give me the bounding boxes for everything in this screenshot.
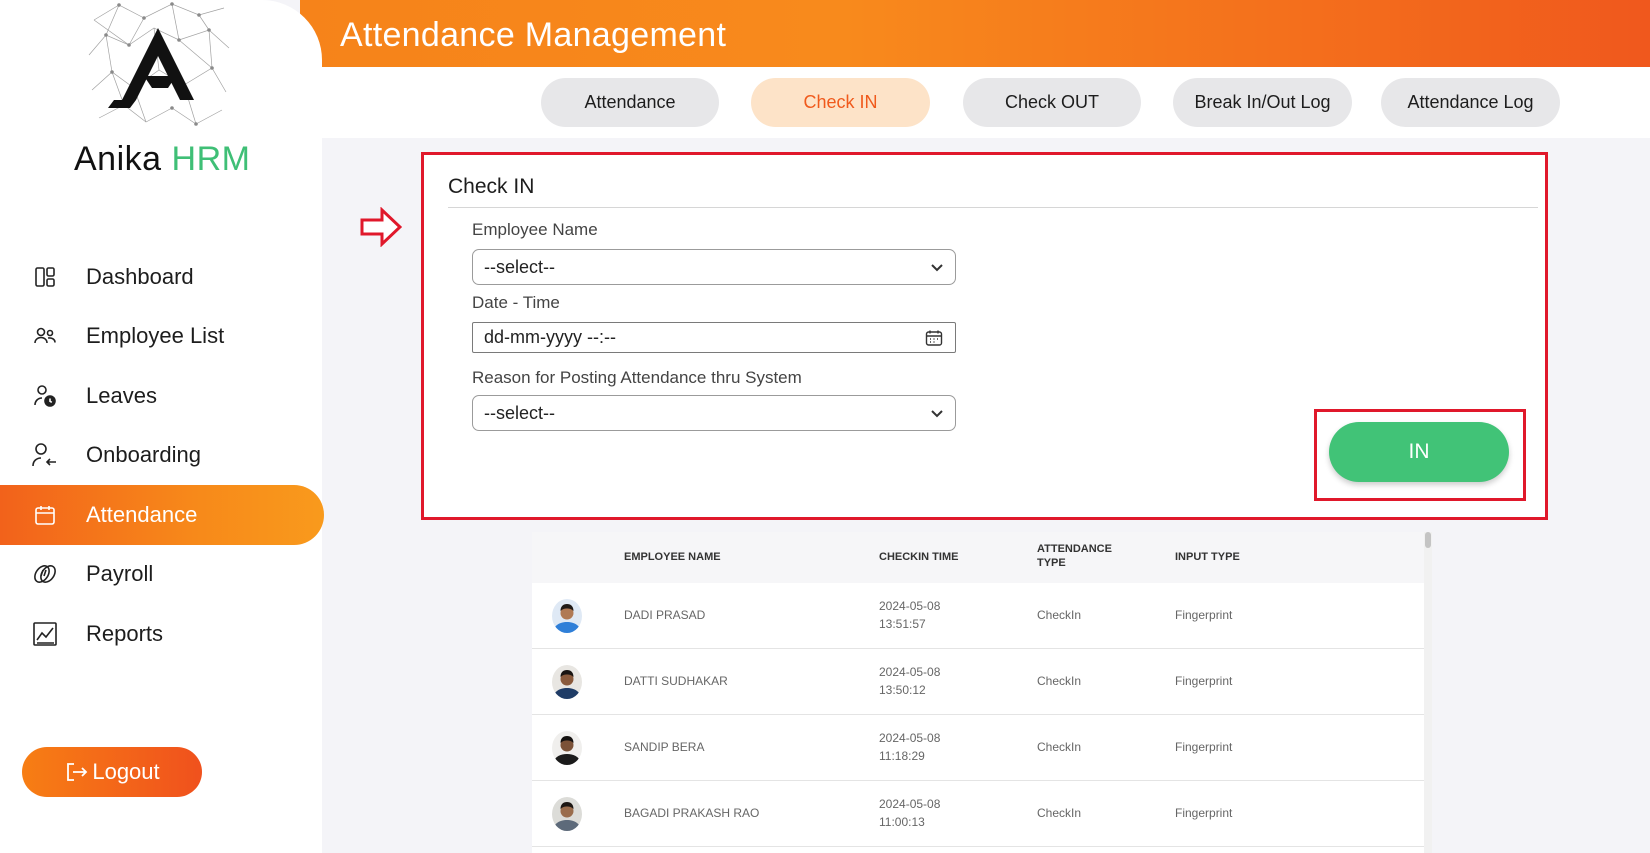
tab-bar: Attendance Check IN Check OUT Break In/O…: [300, 67, 1650, 138]
tab-attendance[interactable]: Attendance: [541, 78, 719, 127]
checkin-clock: 13:51:57: [879, 617, 926, 631]
avatar: [552, 797, 582, 831]
attendance-table: EMPLOYEE NAME CHECKIN TIME ATTENDANCE TY…: [532, 532, 1426, 853]
logout-button[interactable]: Logout: [22, 747, 202, 797]
avatar: [552, 599, 582, 633]
employee-name: DADI PRASAD: [624, 608, 706, 622]
input-type: Fingerprint: [1175, 674, 1233, 688]
chevron-down-icon: [929, 260, 945, 281]
sidebar-item-reports[interactable]: Reports: [0, 604, 324, 664]
sidebar-item-label: Onboarding: [86, 442, 201, 468]
col-attendance-type[interactable]: ATTENDANCE TYPE: [1037, 542, 1112, 570]
sidebar-item-label: Reports: [86, 620, 164, 646]
checkin-clock: 13:50:12: [879, 683, 926, 697]
checkin-time: 2024-05-08 13:51:57: [879, 597, 940, 633]
page-title: Attendance Management: [340, 16, 727, 54]
table-row[interactable]: DATTI SUDHAKAR 2024-05-08 13:50:12 Check…: [532, 649, 1426, 715]
table-row[interactable]: DADI PRASAD 2024-05-08 13:51:57 CheckIn …: [532, 583, 1426, 649]
employee-name-value: --select--: [484, 256, 555, 277]
table-row[interactable]: SANDIP BERA 2024-05-08 11:18:29 CheckIn …: [532, 715, 1426, 781]
brand-name-part2: HRM: [171, 140, 251, 178]
tab-break-log[interactable]: Break In/Out Log: [1173, 78, 1352, 127]
sidebar-item-label: Attendance: [86, 501, 198, 527]
attendance-type: CheckIn: [1037, 740, 1082, 754]
checkin-clock: 11:18:29: [879, 749, 925, 763]
brand-name: Anika HRM: [74, 140, 250, 179]
sidebar-item-dashboard[interactable]: Dashboard: [0, 247, 324, 307]
logout-label: Logout: [92, 759, 160, 784]
chart-icon: [32, 621, 58, 647]
checkin-clock: 11:00:13: [879, 815, 925, 829]
brand-name-part1: Anika: [74, 140, 162, 178]
checkin-time: 2024-05-08 11:00:13: [879, 795, 940, 831]
employee-name-select[interactable]: --select--: [472, 249, 956, 285]
checkin-date: 2024-05-08: [879, 665, 941, 679]
checkin-time: 2024-05-08 11:18:29: [879, 729, 940, 765]
date-time-label: Date - Time: [472, 293, 560, 312]
coins-icon: [32, 561, 58, 587]
col-input-type[interactable]: INPUT TYPE: [1175, 550, 1240, 564]
employee-name: SANDIP BERA: [624, 740, 705, 754]
col-attendance-type-line1: ATTENDANCE: [1037, 543, 1112, 555]
scrollbar-thumb[interactable]: [1425, 532, 1431, 548]
users-icon: [32, 323, 58, 349]
pointer-arrow-icon: [360, 206, 403, 252]
sidebar: Anika HRM Dashboard Employee List Leaves: [0, 0, 324, 853]
reason-select[interactable]: --select--: [472, 395, 956, 431]
attendance-type: CheckIn: [1037, 806, 1082, 820]
dashboard-icon: [32, 264, 58, 290]
sidebar-item-label: Dashboard: [86, 263, 194, 289]
col-employee-name[interactable]: EMPLOYEE NAME: [624, 550, 721, 564]
col-attendance-type-line2: TYPE: [1037, 557, 1066, 569]
logout-icon: [64, 760, 88, 784]
table-header: EMPLOYEE NAME CHECKIN TIME ATTENDANCE TY…: [532, 532, 1426, 583]
tab-check-in[interactable]: Check IN: [751, 78, 930, 127]
user-clock-icon: [32, 383, 58, 409]
avatar: [552, 665, 582, 699]
sidebar-item-attendance[interactable]: Attendance: [0, 485, 324, 545]
page-header: Attendance Management: [300, 0, 1650, 67]
sidebar-item-label: Payroll: [86, 561, 154, 587]
divider: [448, 207, 1538, 208]
table-row[interactable]: BAGADI PRAKASH RAO 2024-05-08 11:00:13 C…: [532, 781, 1426, 847]
panel-title: Check IN: [448, 175, 535, 198]
company-logo: [84, 0, 232, 130]
avatar: [552, 731, 582, 765]
sidebar-item-employee-list[interactable]: Employee List: [0, 307, 324, 367]
date-time-input[interactable]: dd-mm-yyyy --:--: [472, 322, 956, 353]
sidebar-item-label: Leaves: [86, 382, 157, 408]
col-checkin-time[interactable]: CHECKIN TIME: [879, 550, 958, 564]
sidebar-item-leaves[interactable]: Leaves: [0, 366, 324, 426]
sidebar-item-payroll[interactable]: Payroll: [0, 545, 324, 605]
employee-name: BAGADI PRAKASH RAO: [624, 806, 760, 820]
input-type: Fingerprint: [1175, 806, 1233, 820]
attendance-type: CheckIn: [1037, 608, 1082, 622]
calendar-icon: [32, 502, 58, 528]
checkin-date: 2024-05-08: [879, 797, 941, 811]
checkin-time: 2024-05-08 13:50:12: [879, 663, 940, 699]
sidebar-nav: Dashboard Employee List Leaves Onboardin…: [0, 247, 324, 664]
input-type: Fingerprint: [1175, 608, 1233, 622]
input-type: Fingerprint: [1175, 740, 1233, 754]
sidebar-item-label: Employee List: [86, 323, 225, 349]
reason-value: --select--: [484, 402, 555, 423]
date-time-value: dd-mm-yyyy --:--: [484, 327, 616, 347]
check-in-button[interactable]: IN: [1329, 422, 1509, 482]
calendar-picker-icon[interactable]: [925, 329, 943, 352]
chevron-down-icon: [929, 406, 945, 427]
tab-attendance-log[interactable]: Attendance Log: [1381, 78, 1560, 127]
table-scrollbar[interactable]: [1424, 532, 1432, 853]
employee-name: DATTI SUDHAKAR: [624, 674, 728, 688]
tab-check-out[interactable]: Check OUT: [963, 78, 1141, 127]
checkin-date: 2024-05-08: [879, 731, 941, 745]
attendance-type: CheckIn: [1037, 674, 1082, 688]
user-arrow-icon: [32, 442, 58, 468]
employee-name-label: Employee Name: [472, 220, 598, 239]
sidebar-item-onboarding[interactable]: Onboarding: [0, 426, 324, 486]
checkin-date: 2024-05-08: [879, 599, 941, 613]
reason-label: Reason for Posting Attendance thru Syste…: [472, 368, 802, 387]
